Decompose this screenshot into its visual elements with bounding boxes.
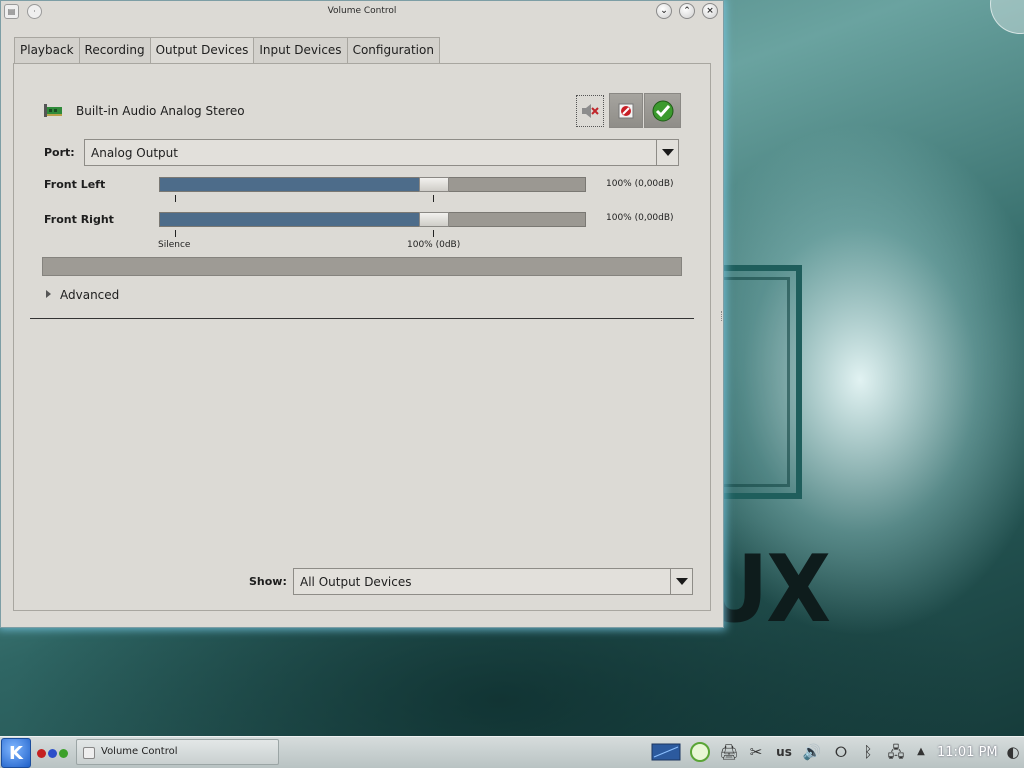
scale-tick bbox=[433, 230, 434, 237]
tab-recording[interactable]: Recording bbox=[79, 37, 151, 63]
port-select-value: Analog Output bbox=[91, 146, 178, 160]
volume-meter bbox=[42, 257, 682, 276]
front-left-volume-value: 100% (0,00dB) bbox=[606, 179, 674, 189]
virtual-desktop-3-icon[interactable] bbox=[59, 749, 68, 758]
volume-icon[interactable]: 🔊 bbox=[799, 742, 825, 762]
tab-playback[interactable]: Playback bbox=[14, 37, 80, 63]
device-name: Built-in Audio Analog Stereo bbox=[76, 104, 245, 118]
port-select[interactable]: Analog Output bbox=[84, 139, 679, 166]
show-filter-select[interactable]: All Output Devices bbox=[293, 568, 693, 595]
volume-control-window: ▤ · Volume Control ⌄ ⌃ × Playback Record… bbox=[0, 0, 724, 628]
task-label: Volume Control bbox=[101, 746, 178, 757]
scale-tick bbox=[175, 195, 176, 202]
channel-label-front-right: Front Right bbox=[44, 213, 114, 226]
expander-arrow-icon bbox=[46, 290, 51, 298]
virtual-desktop-1-icon[interactable] bbox=[37, 749, 46, 758]
stop-icon bbox=[618, 103, 634, 118]
advanced-label: Advanced bbox=[60, 288, 120, 302]
mute-button[interactable] bbox=[576, 95, 604, 127]
chevron-down-icon bbox=[656, 140, 678, 165]
scale-label-silence: Silence bbox=[158, 240, 191, 250]
volume-control-task-icon bbox=[83, 747, 95, 759]
bluetooth-icon[interactable]: ᛒ bbox=[858, 742, 878, 762]
show-filter-value: All Output Devices bbox=[300, 575, 412, 589]
slider-handle[interactable] bbox=[419, 177, 449, 192]
taskbar-task-volume-control[interactable]: Volume Control bbox=[76, 739, 279, 765]
slider-fill bbox=[160, 213, 420, 226]
resize-grip[interactable] bbox=[721, 311, 723, 321]
window-titlebar[interactable]: ▤ · Volume Control ⌄ ⌃ × bbox=[1, 1, 723, 23]
lock-channels-button[interactable] bbox=[609, 93, 643, 128]
channel-label-front-left: Front Left bbox=[44, 178, 106, 191]
taskbar-clock[interactable]: 11:01 PM bbox=[937, 745, 998, 760]
close-button[interactable]: × bbox=[702, 3, 718, 19]
checkmark-icon bbox=[652, 100, 673, 121]
set-default-button[interactable] bbox=[644, 93, 681, 128]
scale-label-base: 100% (0dB) bbox=[407, 240, 461, 250]
chevron-down-icon bbox=[670, 569, 692, 594]
device-separator bbox=[30, 318, 694, 319]
minimize-button[interactable]: ⌄ bbox=[656, 3, 672, 19]
klipper-scissors-icon[interactable]: ✂ bbox=[745, 742, 767, 762]
speaker-muted-icon bbox=[582, 104, 599, 118]
window-title: Volume Control bbox=[327, 6, 397, 16]
tab-bar: Playback Recording Output Devices Input … bbox=[14, 37, 440, 64]
printer-icon[interactable]: 🖨 bbox=[716, 742, 742, 762]
taskbar: K Volume Control 🖨 ✂ us 🔊 ⭘ ᛒ 🖧 ▲ 11:01 … bbox=[0, 736, 1024, 768]
panel-toolbox-icon[interactable]: ◐ bbox=[1003, 742, 1023, 762]
desktop-toolbox-button[interactable] bbox=[990, 0, 1024, 34]
scale-tick bbox=[175, 230, 176, 237]
port-label: Port: bbox=[44, 146, 75, 159]
tray-expand-icon[interactable]: ▲ bbox=[913, 742, 929, 762]
application-launcher-button[interactable]: K bbox=[1, 738, 31, 768]
front-right-volume-value: 100% (0,00dB) bbox=[606, 213, 674, 223]
show-label: Show: bbox=[249, 575, 287, 588]
front-left-volume-slider[interactable] bbox=[159, 177, 586, 192]
device-notifier-icon[interactable]: ⭘ bbox=[828, 742, 854, 762]
sound-card-icon bbox=[44, 104, 62, 117]
virtual-desktop-2-icon[interactable] bbox=[48, 749, 57, 758]
tab-output-devices[interactable]: Output Devices bbox=[150, 37, 255, 64]
front-right-volume-slider[interactable] bbox=[159, 212, 586, 227]
notes-icon[interactable] bbox=[688, 742, 712, 762]
network-icon[interactable]: 🖧 bbox=[884, 742, 908, 762]
slider-fill bbox=[160, 178, 420, 191]
keyboard-layout-indicator[interactable]: us bbox=[773, 742, 795, 762]
maximize-button[interactable]: ⌃ bbox=[679, 3, 695, 19]
slider-handle[interactable] bbox=[419, 212, 449, 227]
tab-configuration[interactable]: Configuration bbox=[347, 37, 440, 63]
tab-input-devices[interactable]: Input Devices bbox=[254, 37, 348, 63]
scale-tick bbox=[433, 195, 434, 202]
monitor-applet-icon[interactable] bbox=[651, 742, 681, 762]
advanced-expander[interactable]: Advanced bbox=[46, 288, 119, 302]
